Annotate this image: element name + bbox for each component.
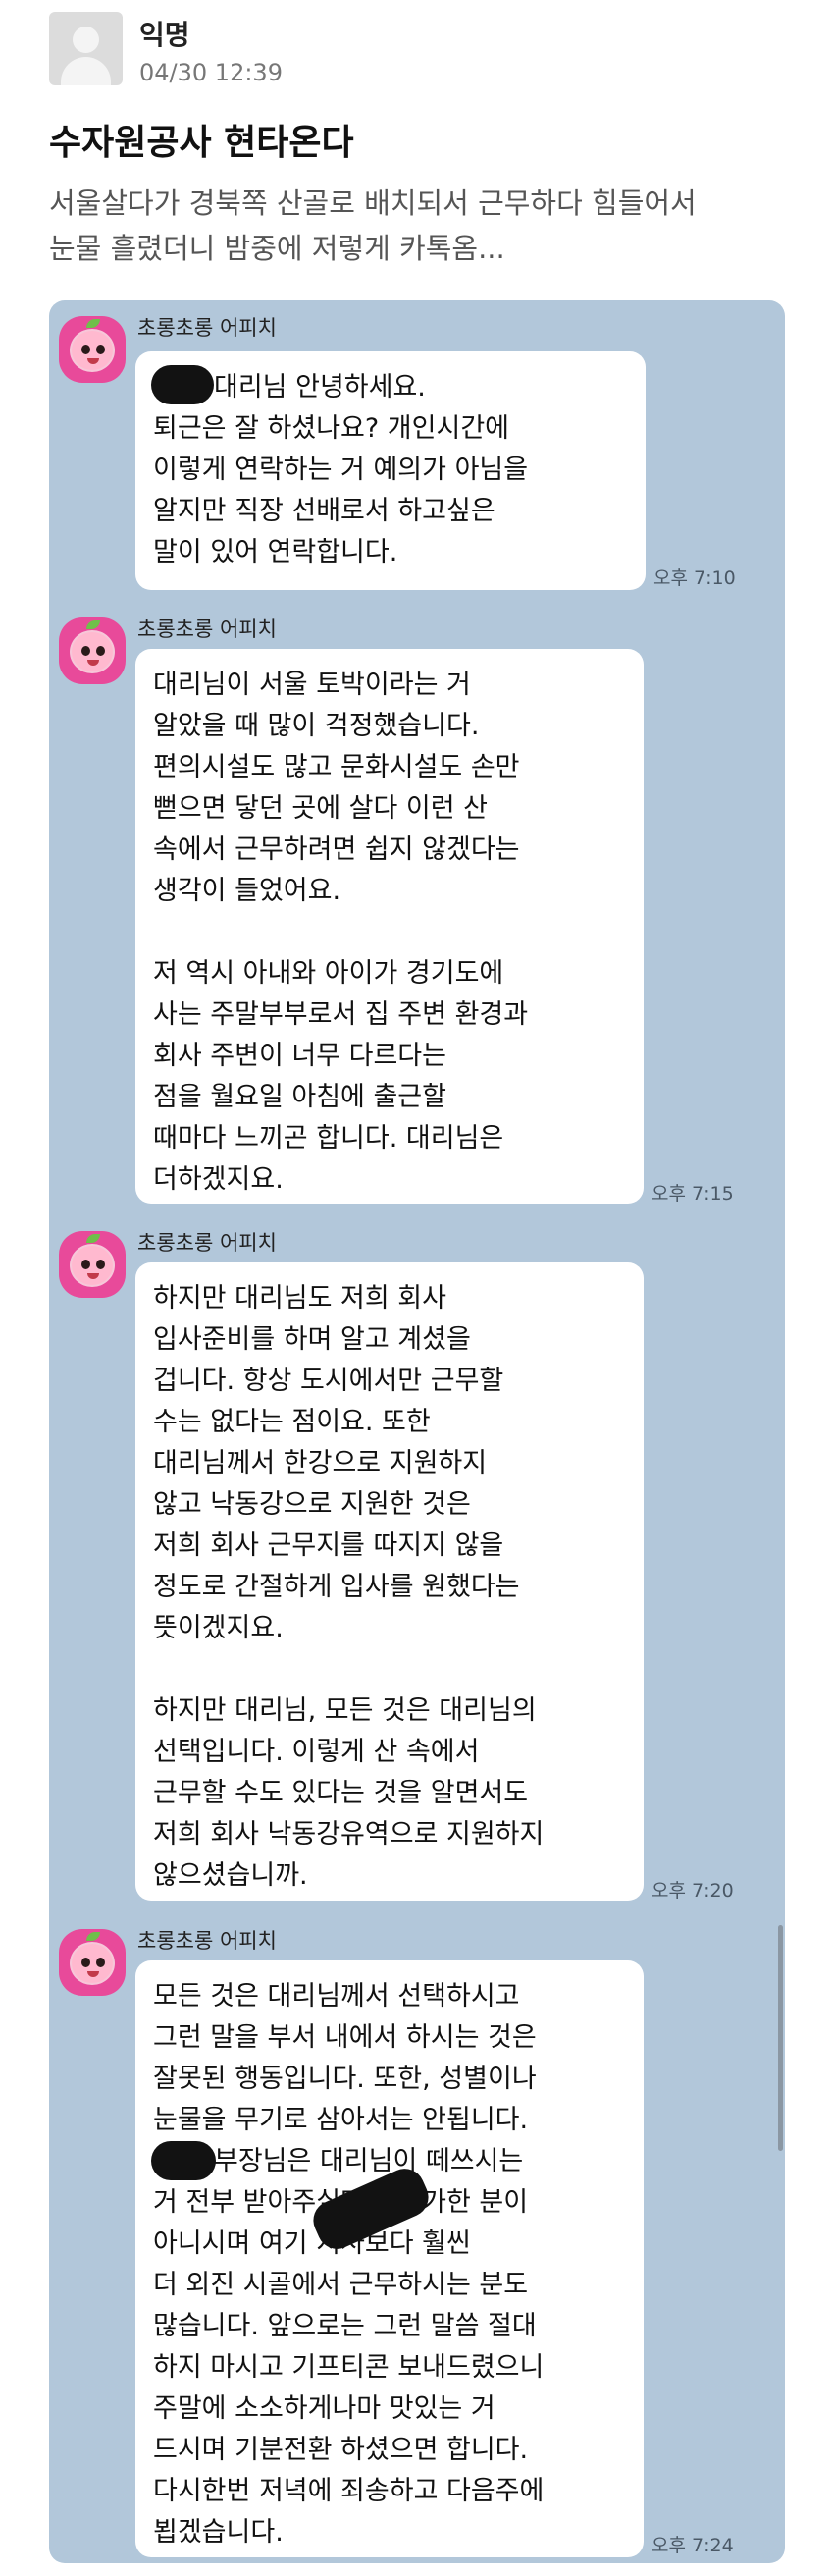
- sender-name: 초롱초롱 어피치: [137, 617, 277, 641]
- kakao-chat-screenshot: 초롱초롱 어피치 대리님 안녕하세요. 퇴근은 잘 하셨나요? 개인시간에 이렇…: [49, 300, 785, 2563]
- scrollbar[interactable]: [778, 1925, 783, 2151]
- message-line: 말이 있어 연락합니다.: [153, 537, 398, 567]
- message-line: 편의시설도 많고 문화시설도 손만: [153, 752, 520, 782]
- sender-name: 초롱초롱 어피치: [137, 1929, 277, 1953]
- message-line: 수는 없다는 점이요. 또한: [153, 1407, 431, 1437]
- message-line: 드시며 기분전환 하셨으면 합니다.: [153, 2435, 529, 2465]
- message-time: 오후 7:10: [653, 567, 736, 589]
- apeach-profile-icon[interactable]: [59, 1929, 126, 1996]
- message-line: 근무할 수도 있다는 것을 알면서도: [153, 1778, 529, 1808]
- message-line: 입사준비를 하며 알고 계셨을: [153, 1324, 471, 1355]
- post-header: 익명 04/30 12:39: [49, 10, 795, 88]
- message-line: 잘못된 행동입니다. 또한, 성별이나: [153, 2064, 537, 2094]
- message-line: 이렇게 연락하는 거 예의가 아님을: [153, 455, 529, 485]
- message-line: 저 역시 아내와 아이가 경기도에: [153, 958, 504, 989]
- message-line: 주말에 소소하게나마 맛있는 거: [153, 2393, 495, 2424]
- message-line: 더 외진 시골에서 근무하시는 분도: [153, 2270, 529, 2300]
- message-line: 하지 마시고 기프티콘 보내드렸으니: [153, 2352, 545, 2383]
- apeach-profile-icon[interactable]: [59, 617, 126, 684]
- message-line: 뵙겠습니다.: [153, 2517, 284, 2548]
- message-line: 저희 회사 낙동강유역으로 지원하지: [153, 1819, 545, 1850]
- message-line: 다시한번 저녁에 죄송하고 다음주에: [153, 2476, 545, 2506]
- message-line: 알았을 때 많이 걱정했습니다.: [153, 711, 480, 741]
- message-line: 퇴근은 잘 하셨나요? 개인시간에: [153, 413, 509, 444]
- message-time: 오후 7:20: [652, 1880, 734, 1902]
- message-line: 알지만 직장 선배로서 하고싶은: [153, 496, 495, 526]
- message-bubble[interactable]: 하지만 대리님도 저희 회사 입사준비를 하며 알고 계셨을 겁니다. 항상 도…: [135, 1262, 644, 1901]
- message-line: 점을 월요일 아침에 출근할: [153, 1082, 446, 1112]
- message-line: 대리님이 서울 토박이라는 거: [153, 670, 471, 700]
- message-bubble[interactable]: 대리님 안녕하세요. 퇴근은 잘 하셨나요? 개인시간에 이렇게 연락하는 거 …: [135, 351, 646, 590]
- redaction-mark: [151, 365, 214, 404]
- message-line: 눈물을 무기로 삼아서는 안됩니다.: [153, 2105, 529, 2135]
- message-line: 더하겠지요.: [153, 1164, 284, 1195]
- post-body: 서울살다가 경북쪽 산골로 배치되서 근무하다 힘들어서 눈물 흘렸더니 밤중에…: [49, 181, 795, 271]
- message-line: 않으셨습니까.: [153, 1860, 308, 1891]
- message-line: 대리님께서 한강으로 지원하지: [153, 1448, 488, 1478]
- message-line: 아니시며 여기 지사보다 훨씬: [153, 2228, 471, 2259]
- redaction-mark: [151, 2141, 216, 2180]
- apeach-profile-icon[interactable]: [59, 316, 126, 383]
- author-name[interactable]: 익명: [139, 14, 190, 53]
- message-line: 사는 주말부부로서 집 주변 환경과: [153, 999, 529, 1030]
- message-line: 회사 주변이 너무 다르다는: [153, 1041, 446, 1071]
- sender-name: 초롱초롱 어피치: [137, 1231, 277, 1255]
- post-body-line: 눈물 흘렸더니 밤중에 저렇게 카톡옴...: [49, 232, 505, 265]
- message-time: 오후 7:15: [652, 1183, 734, 1205]
- message-line: 하지만 대리님도 저희 회사: [153, 1283, 446, 1314]
- message-line: 때마다 느끼곤 합니다. 대리님은: [153, 1123, 504, 1154]
- message-line: 뜻이겠지요.: [153, 1613, 284, 1643]
- post-title: 수자원공사 현타온다: [49, 123, 354, 163]
- user-avatar-placeholder-icon[interactable]: [49, 12, 123, 85]
- post-body-line: 서울살다가 경북쪽 산골로 배치되서 근무하다 힘들어서: [49, 187, 697, 220]
- apeach-profile-icon[interactable]: [59, 1231, 126, 1298]
- message-time: 오후 7:24: [652, 2535, 734, 2556]
- message-line: 하지만 대리님, 모든 것은 대리님의: [153, 1695, 537, 1726]
- message-line: 선택입니다. 이렇게 산 속에서: [153, 1737, 480, 1767]
- message-line: 겁니다. 항상 도시에서만 근무할: [153, 1366, 504, 1396]
- post-date: 04/30 12:39: [139, 59, 283, 86]
- message-line: 모든 것은 대리님께서 선택하시고: [153, 1981, 520, 2012]
- message-line: 속에서 근무하려면 쉽지 않겠다는: [153, 834, 520, 865]
- message-line: 뻗으면 닿던 곳에 살다 이런 산: [153, 793, 488, 824]
- message-line: 그런 말을 부서 내에서 하시는 것은: [153, 2022, 537, 2053]
- message-bubble[interactable]: 모든 것은 대리님께서 선택하시고 그런 말을 부서 내에서 하시는 것은 잘못…: [135, 1960, 644, 2557]
- message-line: 정도로 간절하게 입사를 원했다는: [153, 1572, 520, 1602]
- sender-name: 초롱초롱 어피치: [137, 316, 277, 340]
- message-line: 않고 낙동강으로 지원한 것은: [153, 1489, 471, 1520]
- message-bubble[interactable]: 대리님이 서울 토박이라는 거 알았을 때 많이 걱정했습니다. 편의시설도 많…: [135, 649, 644, 1204]
- message-line: 대리님 안녕하세요.: [214, 372, 426, 402]
- message-line: 생각이 들었어요.: [153, 876, 341, 906]
- message-line: 저희 회사 근무지를 따지지 않을: [153, 1530, 504, 1561]
- message-line: 많습니다. 앞으로는 그런 말씀 절대: [153, 2311, 537, 2341]
